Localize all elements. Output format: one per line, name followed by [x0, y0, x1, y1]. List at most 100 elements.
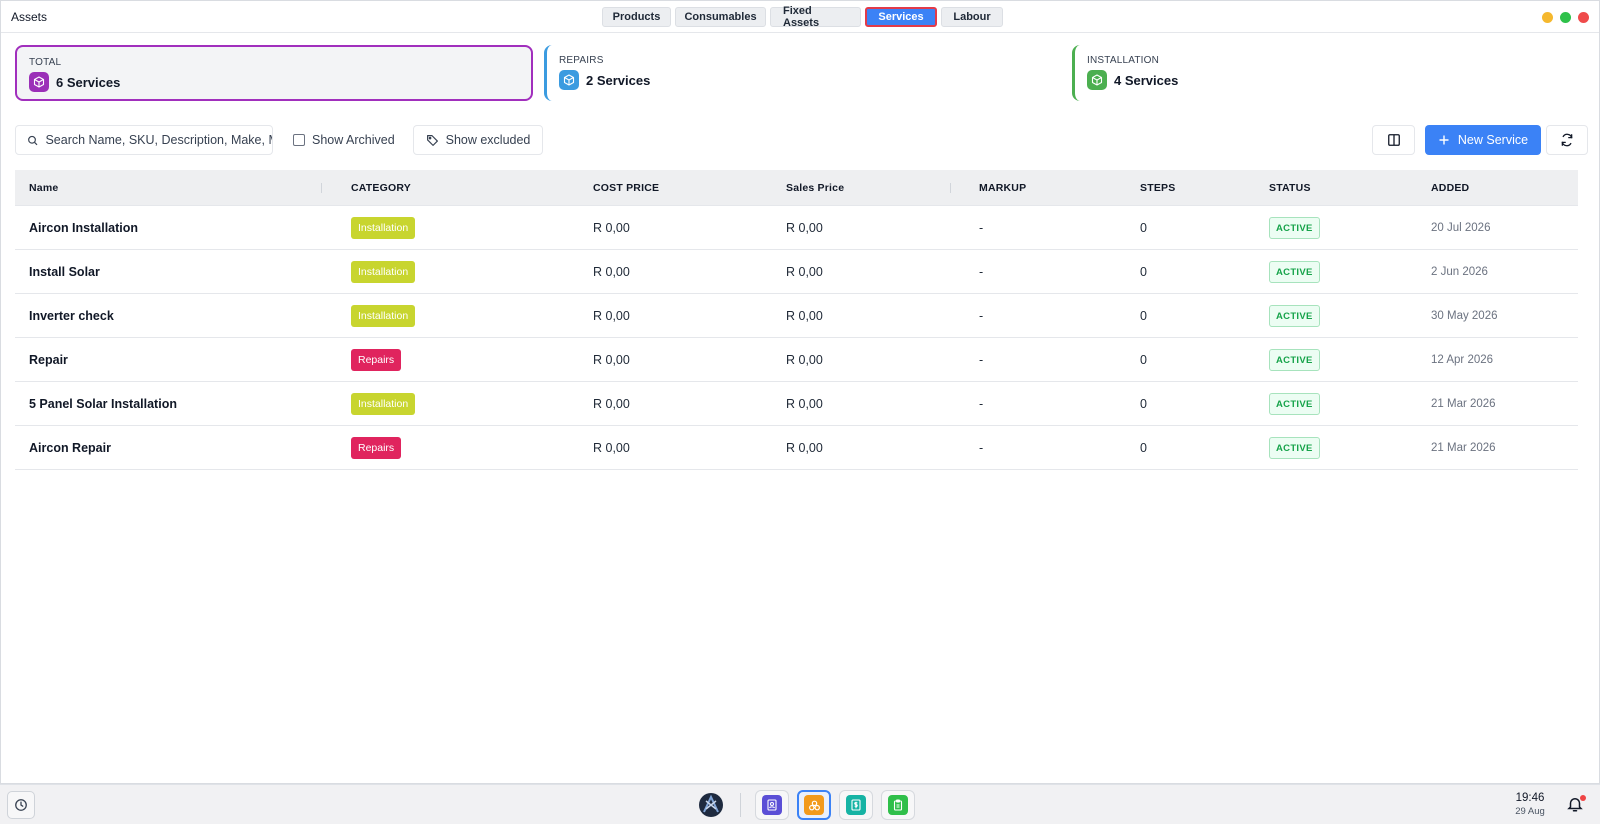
taskbar-apps: [696, 790, 915, 820]
markup: -: [979, 309, 984, 323]
column-header-steps[interactable]: STEPS: [1140, 170, 1175, 206]
column-header-sales-price[interactable]: Sales Price: [786, 170, 844, 206]
notifications-button[interactable]: [1566, 795, 1586, 815]
columns-icon: [1387, 134, 1400, 146]
cost-price: R 0,00: [593, 265, 630, 279]
show-excluded-button[interactable]: Show excluded: [413, 125, 543, 155]
summary-card-label: REPAIRS: [559, 55, 604, 66]
summary-card-label: TOTAL: [29, 57, 62, 68]
added-date: 20 Jul 2026: [1431, 222, 1491, 234]
markup: -: [979, 221, 984, 235]
toolbar: Search Name, SKU, Description, Make, Mod…: [15, 125, 1588, 155]
system-clock[interactable]: 19:46 29 Aug: [1508, 792, 1552, 817]
tab-consumables[interactable]: Consumables: [675, 7, 766, 27]
tab-fixed-assets[interactable]: Fixed Assets: [770, 5, 861, 29]
assets-app-button[interactable]: [797, 790, 831, 820]
category-badge: Installation: [351, 217, 416, 239]
service-name: 5 Panel Solar Installation: [29, 397, 177, 411]
search-placeholder: Search Name, SKU, Description, Make, Mod…: [45, 133, 272, 147]
table-row[interactable]: 5 Panel Solar Installation Installation …: [15, 382, 1578, 426]
summary-card-total[interactable]: TOTAL 6 Services: [15, 45, 533, 101]
contacts-app-button[interactable]: [755, 790, 789, 820]
status-badge: ACTIVE: [1269, 217, 1320, 239]
column-header-cost-price[interactable]: COST PRICE: [593, 170, 659, 206]
contacts-app-icon: [762, 795, 782, 815]
steps: 0: [1140, 353, 1147, 367]
category-badge: Installation: [351, 393, 416, 415]
close-button[interactable]: [1578, 12, 1589, 23]
added-date: 2 Jun 2026: [1431, 266, 1488, 278]
table-header: Name CATEGORY COST PRICE Sales Price MAR…: [15, 170, 1578, 206]
cost-price: R 0,00: [593, 309, 630, 323]
tab-products[interactable]: Products: [602, 7, 671, 27]
service-name: Aircon Installation: [29, 221, 139, 235]
added-date: 30 May 2026: [1431, 310, 1498, 322]
markup: -: [979, 265, 984, 279]
plus-icon: [1439, 135, 1449, 145]
maximize-button[interactable]: [1560, 12, 1571, 23]
table-row[interactable]: Aircon Installation Installation R 0,00 …: [15, 206, 1578, 250]
added-date: 21 Mar 2026: [1431, 442, 1496, 454]
steps: 0: [1140, 221, 1147, 235]
search-icon: [28, 135, 38, 145]
refresh-button[interactable]: [1546, 125, 1588, 155]
category-badge: Installation: [351, 261, 416, 283]
sales-price: R 0,00: [786, 221, 823, 235]
service-name: Aircon Repair: [29, 441, 111, 455]
column-header-name[interactable]: Name: [29, 170, 58, 206]
show-archived-label: Show Archived: [312, 133, 395, 147]
column-resize-handle[interactable]: [321, 183, 322, 193]
sales-price: R 0,00: [786, 309, 823, 323]
tab-services[interactable]: Services: [865, 7, 937, 27]
new-service-button[interactable]: New Service: [1425, 125, 1541, 155]
box-icon: [29, 72, 49, 92]
column-header-category[interactable]: CATEGORY: [351, 170, 411, 206]
clock-time: 19:46: [1515, 792, 1545, 804]
column-header-added[interactable]: ADDED: [1431, 170, 1469, 206]
summary-card-label: INSTALLATION: [1087, 55, 1160, 66]
table-row[interactable]: Install Solar Installation R 0,00 R 0,00…: [15, 250, 1578, 294]
show-excluded-label: Show excluded: [445, 133, 531, 147]
sales-price: R 0,00: [786, 397, 823, 411]
column-header-markup[interactable]: MARKUP: [979, 170, 1026, 206]
minimize-button[interactable]: [1542, 12, 1553, 23]
service-name: Inverter check: [29, 309, 114, 323]
invoice-app-button[interactable]: [839, 790, 873, 820]
clipboard-app-button[interactable]: [881, 790, 915, 820]
clock-date: 29 Aug: [1515, 805, 1545, 817]
search-input[interactable]: Search Name, SKU, Description, Make, Mod…: [15, 125, 273, 155]
brand-logo-icon[interactable]: [696, 790, 726, 820]
markup: -: [979, 441, 984, 455]
service-name: Repair: [29, 353, 68, 367]
tab-labour[interactable]: Labour: [941, 7, 1003, 27]
new-service-label: New Service: [1457, 133, 1529, 147]
service-name: Install Solar: [29, 265, 100, 279]
sales-price: R 0,00: [786, 441, 823, 455]
table-row[interactable]: Repair Repairs R 0,00 R 0,00 - 0 ACTIVE …: [15, 338, 1578, 382]
show-archived-toggle[interactable]: Show Archived: [293, 125, 395, 155]
asset-tabs: Products Consumables Fixed Assets Servic…: [602, 5, 1003, 29]
invoice-app-icon: [846, 795, 866, 815]
assets-window: Assets Products Consumables Fixed Assets…: [0, 0, 1600, 784]
table-row[interactable]: Aircon Repair Repairs R 0,00 R 0,00 - 0 …: [15, 426, 1578, 470]
box-icon: [559, 70, 579, 90]
summary-card-value: 6 Services: [56, 74, 121, 90]
columns-toggle-button[interactable]: [1372, 125, 1415, 155]
sales-price: R 0,00: [786, 265, 823, 279]
summary-card-value: 2 Services: [586, 72, 651, 88]
column-header-status[interactable]: STATUS: [1269, 170, 1311, 206]
history-button[interactable]: [7, 791, 35, 819]
category-badge: Installation: [351, 305, 416, 327]
summary-cards: TOTAL 6 Services REPAIRS 2 Services INST…: [15, 45, 1587, 101]
show-archived-checkbox[interactable]: [293, 134, 305, 146]
assets-app-icon: [804, 795, 824, 815]
summary-card-installation[interactable]: INSTALLATION 4 Services: [1072, 45, 1582, 101]
status-badge: ACTIVE: [1269, 437, 1320, 459]
clock-icon: [15, 799, 27, 811]
column-resize-handle[interactable]: [950, 183, 951, 193]
cost-price: R 0,00: [593, 397, 630, 411]
table-row[interactable]: Inverter check Installation R 0,00 R 0,0…: [15, 294, 1578, 338]
summary-card-repairs[interactable]: REPAIRS 2 Services: [544, 45, 1054, 101]
steps: 0: [1140, 397, 1147, 411]
taskbar-divider: [740, 793, 741, 817]
